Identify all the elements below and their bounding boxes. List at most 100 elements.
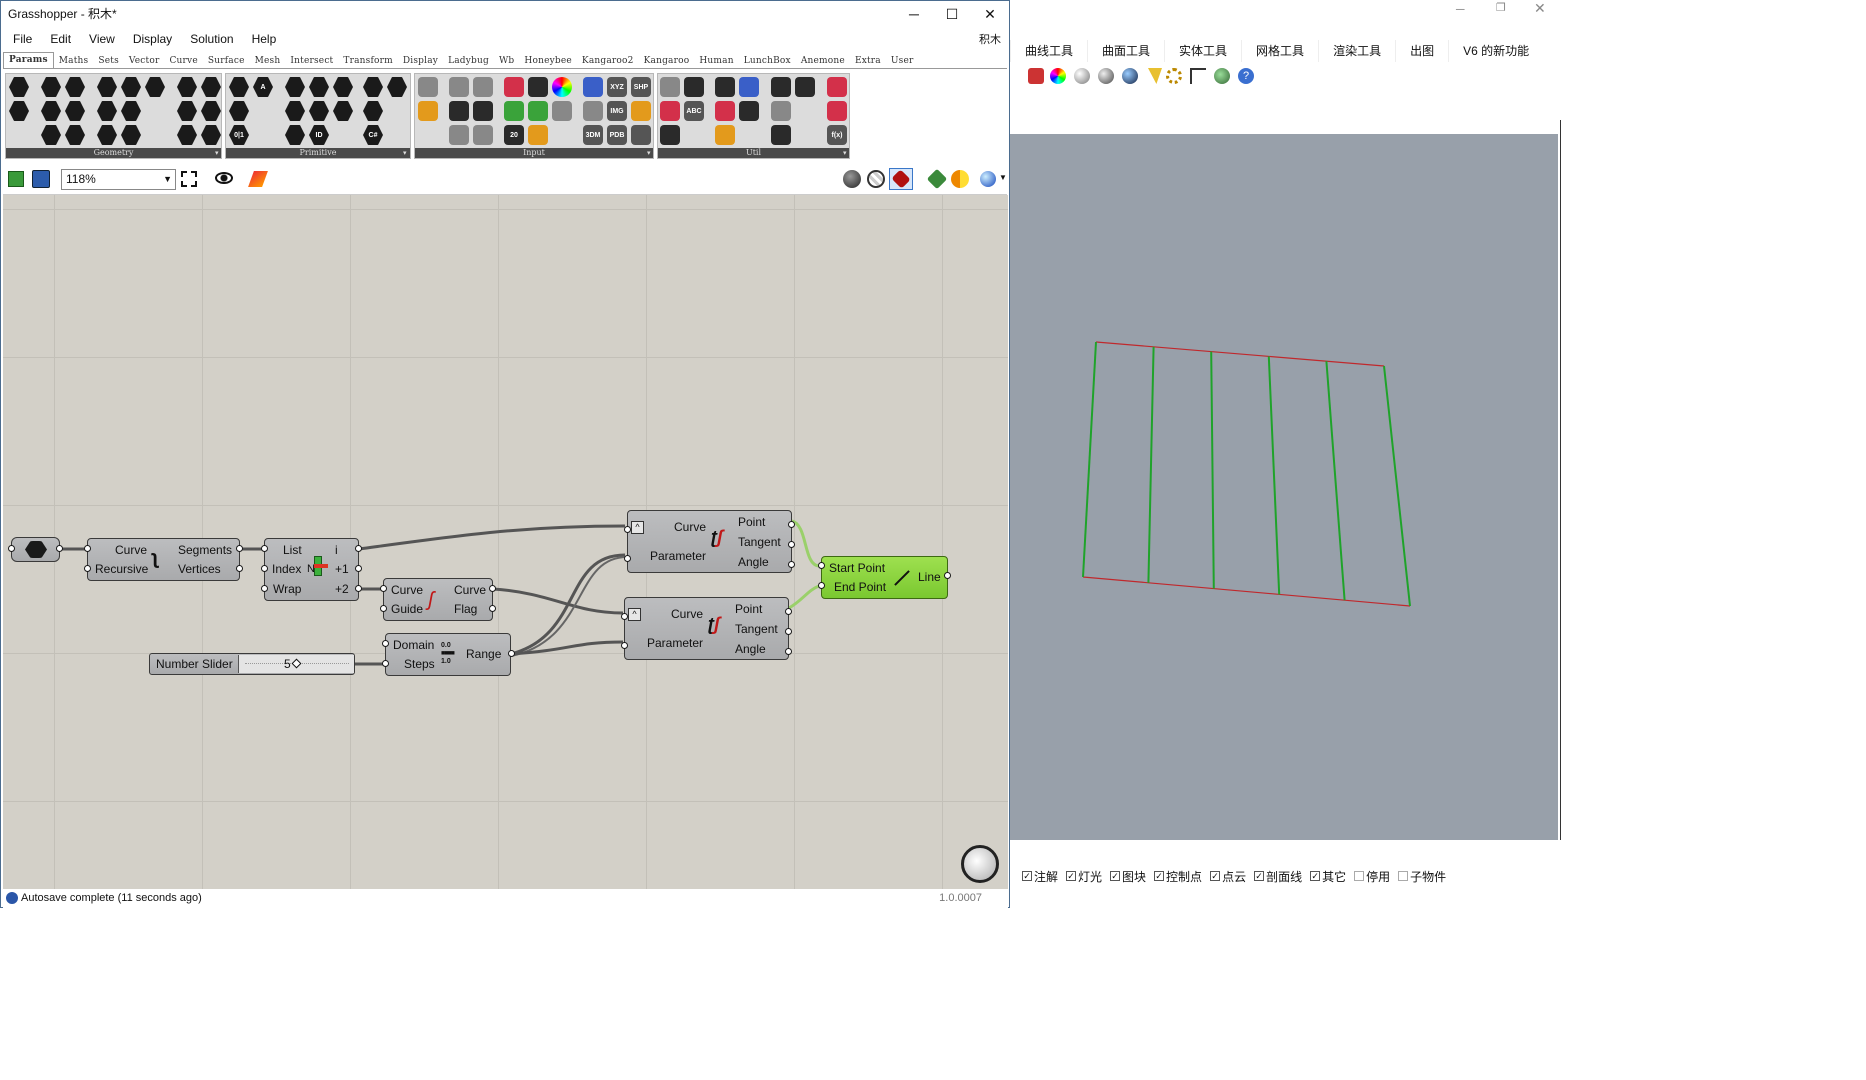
save-file-icon[interactable] bbox=[32, 170, 50, 188]
ribbon-component-icon[interactable] bbox=[739, 77, 759, 97]
material-icon[interactable] bbox=[951, 170, 969, 188]
environment-sphere-icon[interactable] bbox=[1098, 68, 1114, 84]
node-port[interactable] bbox=[380, 585, 387, 592]
node-port[interactable] bbox=[355, 565, 362, 572]
ribbon-component-icon[interactable]: 20 bbox=[504, 125, 524, 145]
node-port[interactable] bbox=[621, 642, 628, 649]
node-port[interactable] bbox=[355, 585, 362, 592]
number-slider-node[interactable]: Number Slider 5 bbox=[149, 653, 355, 675]
tab-mesh[interactable]: Mesh bbox=[250, 54, 286, 68]
zoom-extents-icon[interactable] bbox=[181, 171, 197, 187]
ribbon-component-icon[interactable] bbox=[660, 125, 680, 145]
ribbon-component-icon[interactable] bbox=[583, 101, 603, 121]
tab-honeybee[interactable]: Honeybee bbox=[519, 54, 577, 68]
rhino-tab-surface-tools[interactable]: 曲面工具 bbox=[1087, 40, 1164, 62]
ribbon-component-icon[interactable] bbox=[795, 77, 815, 97]
rhino-tab-solid-tools[interactable]: 实体工具 bbox=[1164, 40, 1241, 62]
open-file-icon[interactable] bbox=[8, 171, 24, 187]
tab-anemone[interactable]: Anemone bbox=[796, 54, 850, 68]
explode-node[interactable]: Curve Recursive Segments Vertices ʅ bbox=[87, 538, 240, 581]
menu-solution[interactable]: Solution bbox=[178, 32, 239, 46]
ribbon-component-icon[interactable]: 3DM bbox=[583, 125, 603, 145]
number-slider-track[interactable]: 5 bbox=[238, 655, 354, 673]
ribbon-component-icon[interactable]: SHP bbox=[631, 77, 651, 97]
checkbox-icon[interactable]: ✓ bbox=[1110, 871, 1121, 881]
node-port[interactable] bbox=[56, 545, 63, 552]
tab-display[interactable]: Display bbox=[398, 54, 443, 68]
tab-kangaroo2[interactable]: Kangaroo2 bbox=[577, 54, 639, 68]
reparam-toggle-icon[interactable]: ^ bbox=[631, 521, 644, 534]
node-port[interactable] bbox=[788, 521, 795, 528]
evaluate-curve-node-2[interactable]: ^ Curve Parameter Point Tangent Angle ʈʃ bbox=[624, 597, 789, 660]
ribbon-component-icon[interactable] bbox=[684, 77, 704, 97]
node-port[interactable] bbox=[84, 565, 91, 572]
ribbon-component-icon[interactable] bbox=[449, 125, 469, 145]
ribbon-component-icon[interactable] bbox=[528, 125, 548, 145]
layer-filter-8[interactable]: 子物件 bbox=[1398, 868, 1446, 885]
tab-surface[interactable]: Surface bbox=[203, 54, 250, 68]
display-options-chevron-icon[interactable]: ▼ bbox=[999, 173, 1007, 182]
node-port[interactable] bbox=[380, 605, 387, 612]
sketch-pen-icon[interactable] bbox=[248, 171, 268, 187]
node-port[interactable] bbox=[788, 541, 795, 548]
evaluate-curve-node-1[interactable]: ^ Curve Parameter Point Tangent Angle ʈʃ bbox=[627, 510, 792, 573]
menu-help[interactable]: Help bbox=[240, 32, 283, 46]
node-port[interactable] bbox=[382, 660, 389, 667]
globe-icon[interactable] bbox=[1214, 68, 1230, 84]
checkbox-icon[interactable]: ✓ bbox=[1066, 871, 1077, 881]
close-button[interactable]: ✕ bbox=[975, 3, 1005, 25]
layer-filter-4[interactable]: ✓ 点云 bbox=[1210, 868, 1246, 885]
checkbox-icon[interactable]: ✓ bbox=[1254, 871, 1265, 881]
rhino-tab-v6-new[interactable]: V6 的新功能 bbox=[1448, 40, 1543, 62]
tab-wb[interactable]: Wb bbox=[494, 54, 519, 68]
node-port[interactable] bbox=[624, 555, 631, 562]
ribbon-component-icon[interactable] bbox=[771, 77, 791, 97]
tab-kangaroo[interactable]: Kangaroo bbox=[639, 54, 695, 68]
transform-icon[interactable] bbox=[1190, 68, 1206, 84]
tab-params[interactable]: Params bbox=[3, 52, 54, 68]
ribbon-component-icon[interactable] bbox=[504, 77, 524, 97]
tab-ladybug[interactable]: Ladybug bbox=[443, 54, 494, 68]
navigation-widget-icon[interactable] bbox=[961, 845, 999, 883]
node-port[interactable] bbox=[261, 545, 268, 552]
node-port[interactable] bbox=[818, 582, 825, 589]
layer-filter-7[interactable]: 停用 bbox=[1354, 868, 1390, 885]
ribbon-component-icon[interactable]: XYZ bbox=[607, 77, 627, 97]
color-wheel-icon[interactable] bbox=[1050, 68, 1066, 84]
ribbon-component-icon[interactable]: IMG bbox=[607, 101, 627, 121]
menu-file[interactable]: File bbox=[1, 32, 38, 46]
ribbon-component-icon[interactable] bbox=[660, 101, 680, 121]
tab-maths[interactable]: Maths bbox=[54, 54, 94, 68]
range-node[interactable]: Domain Steps Range 0.0 ■■■■ 1.0 bbox=[385, 633, 511, 676]
checkbox-icon[interactable]: ✓ bbox=[1154, 871, 1165, 881]
node-port[interactable] bbox=[785, 648, 792, 655]
checkbox-icon[interactable]: ✓ bbox=[1210, 871, 1221, 881]
rhino-tab-mesh-tools[interactable]: 网格工具 bbox=[1241, 40, 1318, 62]
tab-user[interactable]: User bbox=[886, 54, 919, 68]
checkbox-icon[interactable]: ✓ bbox=[1310, 871, 1321, 881]
blue-sphere-icon[interactable] bbox=[1122, 68, 1138, 84]
node-port[interactable] bbox=[261, 585, 268, 592]
ribbon-component-icon[interactable] bbox=[528, 101, 548, 121]
tab-human[interactable]: Human bbox=[694, 54, 738, 68]
panel-expand-geometry-icon[interactable]: ▾ bbox=[215, 149, 219, 157]
layer-filter-5[interactable]: ✓ 剖面线 bbox=[1254, 868, 1302, 885]
tab-sets[interactable]: Sets bbox=[93, 54, 124, 68]
ribbon-component-icon[interactable] bbox=[660, 77, 680, 97]
ribbon-component-icon[interactable] bbox=[771, 125, 791, 145]
ribbon-component-icon[interactable] bbox=[715, 77, 735, 97]
node-port[interactable] bbox=[785, 628, 792, 635]
tab-transform[interactable]: Transform bbox=[338, 54, 397, 68]
node-port[interactable] bbox=[236, 565, 243, 572]
rhino-viewport[interactable] bbox=[1010, 134, 1558, 840]
preview-eye-icon[interactable] bbox=[215, 172, 233, 184]
wireframe-icon[interactable] bbox=[867, 170, 885, 188]
node-port[interactable] bbox=[355, 545, 362, 552]
ribbon-component-icon[interactable]: PDB bbox=[607, 125, 627, 145]
list-item-node[interactable]: List Index Wrap i +1 +2 N bbox=[264, 538, 359, 601]
material-sphere-icon[interactable] bbox=[1074, 68, 1090, 84]
ribbon-component-icon[interactable] bbox=[631, 101, 651, 121]
rhino-tab-render-tools[interactable]: 渲染工具 bbox=[1318, 40, 1395, 62]
panel-expand-util-icon[interactable]: ▾ bbox=[843, 149, 847, 157]
tab-extra[interactable]: Extra bbox=[850, 54, 886, 68]
